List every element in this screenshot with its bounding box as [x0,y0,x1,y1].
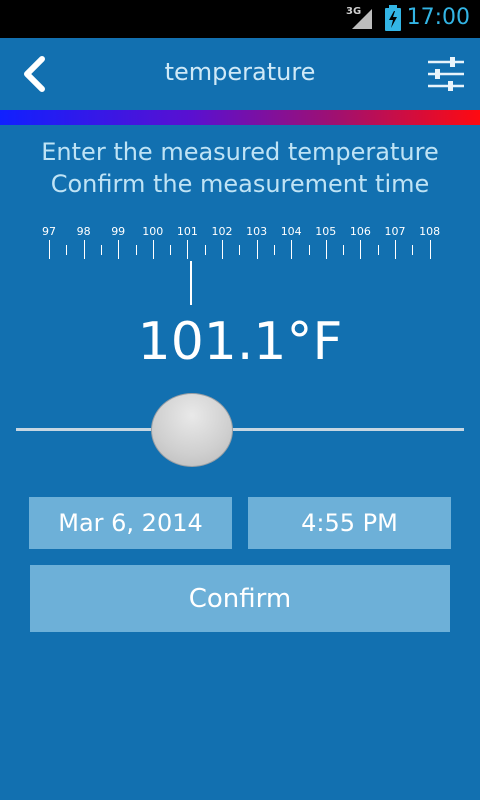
ruler-minor-tick [100,245,102,255]
instruction-line-2: Confirm the measurement time [50,170,430,198]
ruler-label: 107 [384,225,406,238]
time-button[interactable]: 4:55 PM [248,497,451,549]
time-label: 4:55 PM [301,509,398,537]
ruler-label: 98 [76,225,91,238]
confirm-label: Confirm [188,583,292,614]
ruler-label: 100 [142,225,164,238]
slider-track[interactable] [16,428,464,431]
ruler-label: 97 [42,225,56,238]
temperature-ruler[interactable]: 97 98 99 100 101 102 103 104 105 106 107 108 [0,225,480,310]
battery-charging-icon [385,5,401,31]
ruler-label: 104 [280,225,302,238]
ruler-label: 99 [111,225,126,238]
ruler-minor-tick [412,245,414,255]
ruler-minor-tick [308,245,310,255]
ruler-major-tick [291,240,293,259]
ruler-label: 103 [246,225,268,238]
ruler-major-tick [222,240,223,259]
ruler-minor-tick [239,245,241,255]
ruler-minor-tick [170,245,172,255]
ruler-major-tick [118,240,120,259]
ruler-label: 105 [315,225,337,238]
ruler-major-tick [187,240,189,259]
ruler-major-tick [152,240,154,259]
date-label: Mar 6, 2014 [58,509,203,537]
ruler-label: 108 [419,225,441,238]
instructions: Enter the measured temperature Confirm t… [0,136,480,200]
sliders-icon [428,57,464,91]
temperature-reading: 101.1°F [137,312,343,372]
ruler-minor-tick [135,245,137,255]
ruler-minor-tick [204,245,206,255]
date-button[interactable]: Mar 6, 2014 [29,497,232,549]
instruction-line-1: Enter the measured temperature [41,138,439,166]
ruler-minor-tick [377,245,379,255]
ruler-major-tick [429,240,431,259]
signal-icon [352,9,372,29]
action-bar: temperature [0,38,480,110]
ruler-label: 101 [176,225,198,238]
status-bar: 3G 17:00 [0,0,480,38]
temperature-gradient-bar [0,110,480,125]
ruler-major-tick [325,240,327,259]
ruler-minor-tick [343,245,345,255]
ruler-label: 106 [349,225,371,238]
ruler-major-tick [360,240,362,259]
ruler-minor-tick [66,245,68,255]
ruler-major-tick [395,240,396,259]
page-title: temperature [164,58,316,86]
ruler-major-tick [256,240,258,259]
ruler-major-tick [83,240,85,259]
ruler-major-tick [49,240,50,259]
confirm-button[interactable]: Confirm [30,565,450,632]
settings-button[interactable] [426,54,466,94]
slider-thumb[interactable] [151,393,233,467]
ruler-minor-tick [273,245,275,255]
ruler-label: 102 [211,225,233,238]
ruler-needle [190,261,192,305]
status-time: 17:00 [406,5,470,30]
